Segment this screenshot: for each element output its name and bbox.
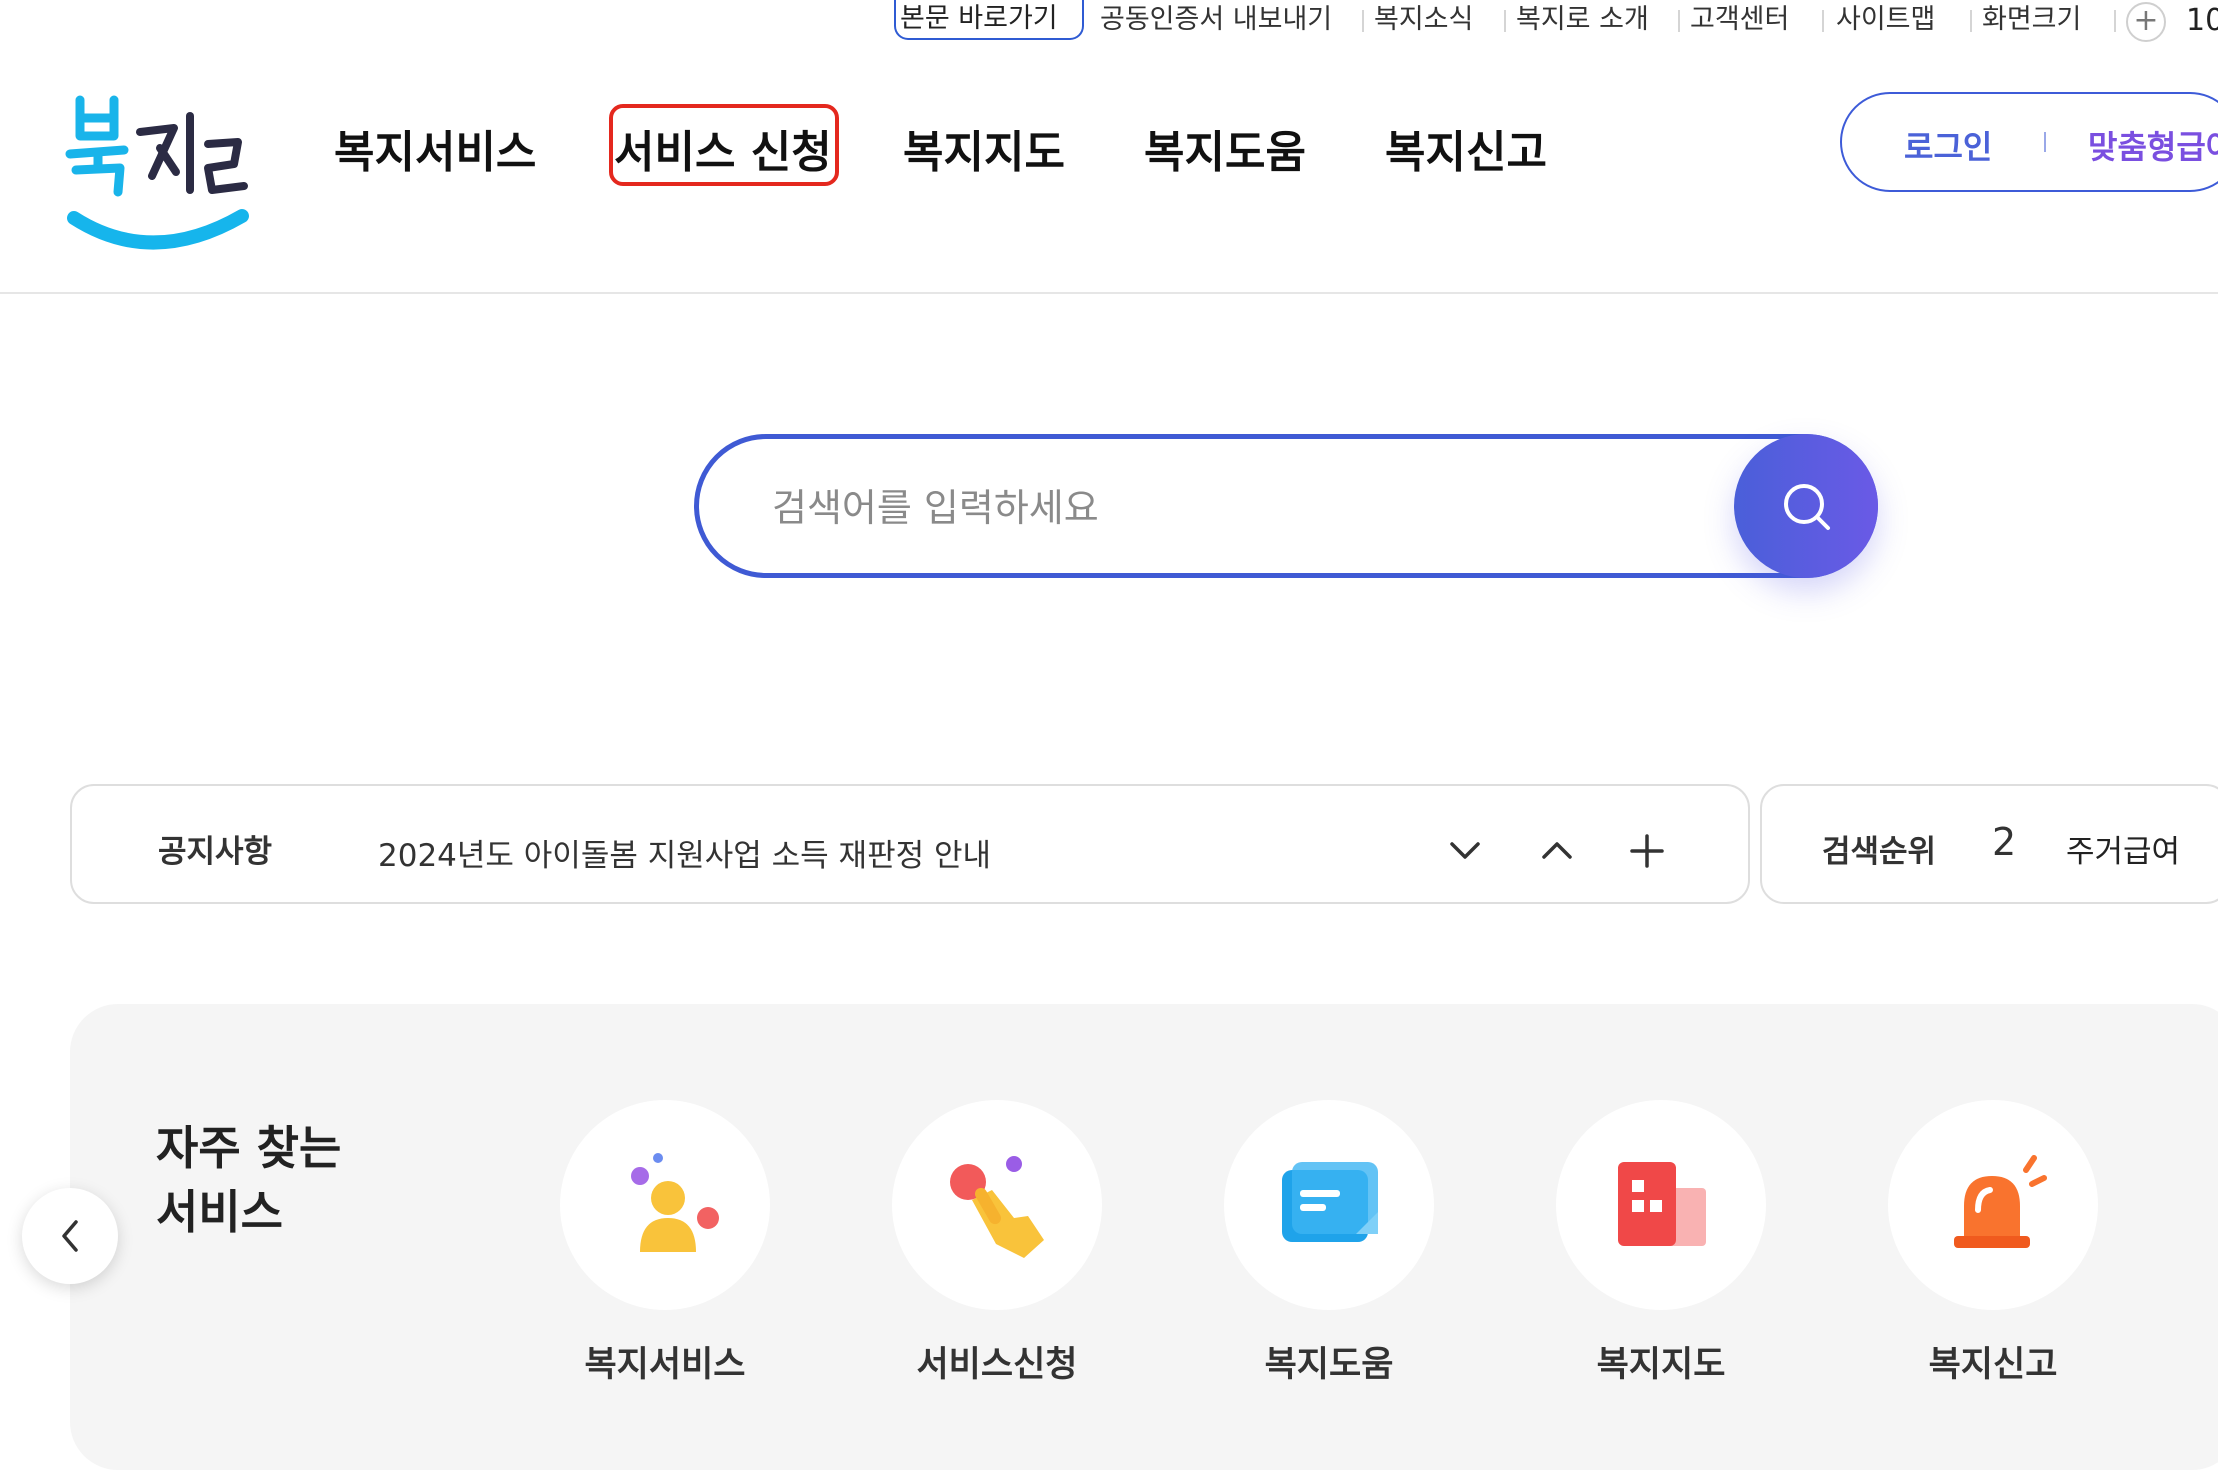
login-button[interactable]: 로그인 — [1904, 122, 1992, 168]
ranking-keyword-link[interactable]: 주거급여 — [2066, 826, 2180, 871]
header-divider — [0, 292, 2218, 294]
util-divider — [1678, 10, 1680, 32]
bokjiro-logo-icon — [65, 95, 249, 250]
skip-to-content-link[interactable]: 본문 바로가기 — [894, 0, 1084, 40]
util-link-customer-center[interactable]: 고객센터 — [1690, 0, 1789, 40]
search-button[interactable] — [1734, 434, 1878, 578]
gnb-welfare-help[interactable]: 복지도움 — [1144, 116, 1306, 180]
util-divider — [1504, 10, 1506, 32]
carousel-prev-button[interactable] — [22, 1188, 118, 1284]
ranking-title: 검색순위 — [1822, 834, 1937, 870]
chevron-down-icon — [1450, 842, 1480, 859]
search-input[interactable] — [770, 470, 1724, 546]
notice-more-button[interactable] — [1622, 826, 1672, 876]
auth-divider — [2044, 132, 2046, 152]
util-link-about[interactable]: 복지로 소개 — [1516, 0, 1649, 40]
utility-bar: 본문 바로가기 공동인증서 내보내기 복지소식 복지로 소개 고객센터 사이트맵… — [0, 0, 2218, 44]
chevron-left-icon — [62, 1220, 78, 1252]
tap-hand-icon — [950, 1156, 1044, 1258]
gnb-welfare-report[interactable]: 복지신고 — [1385, 116, 1547, 180]
util-link-cert-export[interactable]: 공동인증서 내보내기 — [1100, 0, 1332, 40]
chevron-up-icon — [1542, 842, 1572, 859]
quick-item-label: 복지지도 — [1596, 1345, 1726, 1385]
notice-next-button[interactable] — [1440, 826, 1490, 876]
util-divider — [1362, 10, 1364, 32]
building-icon — [1618, 1162, 1706, 1246]
util-screen-size-label: 화면크기 — [1982, 4, 2082, 35]
quick-title-line1: 자주 찾는 — [156, 1121, 342, 1175]
util-divider — [1822, 10, 1824, 32]
quick-item-label: 복지서비스 — [584, 1345, 746, 1385]
quick-services-title: 자주 찾는 서비스 — [156, 1116, 341, 1244]
person-icon — [631, 1153, 719, 1252]
gnb-highlight-box — [609, 104, 839, 186]
gnb-welfare-map[interactable]: 복지지도 — [903, 116, 1065, 180]
util-link-sitemap[interactable]: 사이트맵 — [1836, 0, 1935, 40]
notice-prev-button[interactable] — [1532, 826, 1582, 876]
quick-item-label: 복지신고 — [1928, 1345, 2058, 1385]
plus-icon — [1630, 834, 1664, 868]
zoom-in-button[interactable]: + — [2126, 2, 2166, 42]
quick-item-label: 서비스신청 — [916, 1345, 1078, 1385]
util-divider — [1970, 10, 1972, 32]
ranking-number: 2 — [1992, 820, 2017, 864]
quick-title-line2: 서비스 — [156, 1185, 283, 1239]
alarm-siren-icon — [1954, 1155, 2047, 1248]
gnb-welfare-service[interactable]: 복지서비스 — [334, 116, 536, 180]
site-logo[interactable] — [62, 88, 252, 258]
notice-item-link[interactable]: 2024년도 아이돌봄 지원사업 소득 재판정 안내 — [378, 830, 991, 875]
util-divider — [2114, 10, 2116, 32]
custom-benefit-button[interactable]: 맞춤형급여 — [2088, 122, 2218, 168]
zoom-value: 10 — [2186, 3, 2218, 38]
util-link-news[interactable]: 복지소식 — [1374, 0, 1473, 40]
message-card-icon — [1282, 1162, 1378, 1242]
quick-item-label: 복지도움 — [1264, 1345, 1394, 1385]
search-icon — [1784, 484, 1830, 530]
notice-title: 공지사항 — [158, 834, 273, 870]
